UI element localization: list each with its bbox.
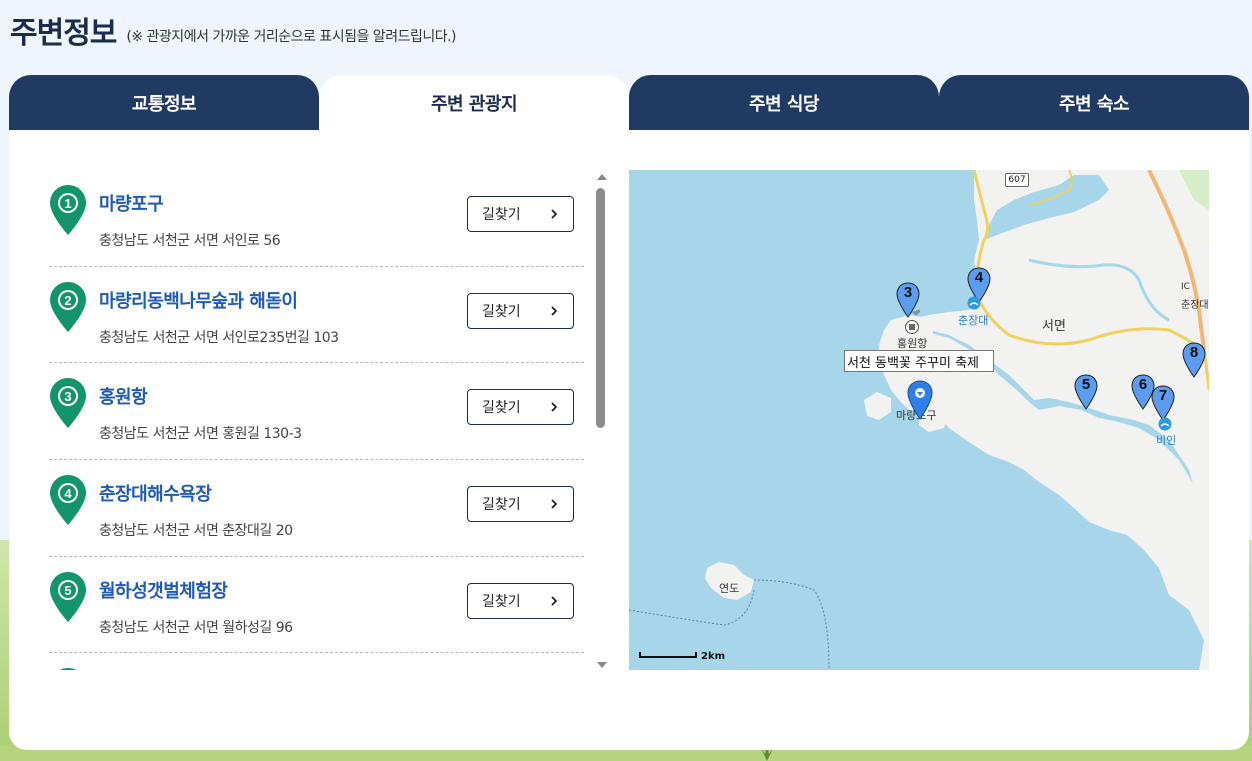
list-item-partial	[49, 653, 584, 670]
map-label-bin: 비인	[1156, 434, 1177, 447]
list-item: 1 마량포구충청남도 서천군 서면 서인로 56 길찾기	[49, 170, 584, 267]
map-scale-text: 2km	[701, 651, 726, 662]
beach-icon	[1158, 417, 1172, 431]
location-pin-icon: 3	[50, 378, 86, 429]
pin-number: 5	[64, 583, 71, 598]
map-marker-5[interactable]: 5	[1074, 374, 1098, 410]
directions-label: 길찾기	[482, 303, 521, 320]
directions-button[interactable]: 길찾기	[467, 389, 574, 426]
list-item: 2 마량리동백나무숲과 해돋이충청남도 서천군 서면 서인로235번길 103 길찾…	[49, 267, 584, 364]
list-item: 3 홍원항충청남도 서천군 서면 홍원길 130-3 길찾기	[49, 363, 584, 461]
item-title[interactable]: 마량리동백나무숲과 해돋이	[99, 287, 298, 313]
item-title[interactable]: 홍원항	[99, 383, 148, 409]
chevron-right-icon	[551, 306, 558, 316]
item-address: 충청남도 서천군 서면 홍원길 130-3	[99, 426, 302, 443]
map-label-seomyeon: 서면	[1042, 319, 1066, 334]
scroll-down-arrow-icon[interactable]	[597, 662, 607, 668]
directions-label: 길찾기	[482, 400, 521, 417]
attraction-list[interactable]: 1 마량포구충청남도 서천군 서면 서인로 56 길찾기 2 마량리동백나무숲과 해돋이…	[49, 170, 584, 670]
tab-nearby-attractions[interactable]: 주변 관광지	[319, 75, 629, 130]
location-pin-icon: 5	[50, 571, 86, 622]
directions-button[interactable]: 길찾기	[467, 292, 574, 329]
directions-button[interactable]: 길찾기	[467, 582, 574, 619]
item-title[interactable]: 월하성갯벌체험장	[99, 577, 228, 603]
map-view[interactable]: 607 춘장대 홍원항 서면 마량포구 비인 연도 IC 춘장대 서천 동백꽃 …	[629, 170, 1209, 670]
map-label-hongwonhang: 홍원항	[897, 337, 928, 350]
map-label-chunjangdae-ic: 춘장대	[1181, 300, 1209, 311]
page-note: (※ 관광지에서 가까운 거리순으로 표시됨을 알려드립니다.)	[126, 29, 457, 45]
map-marker-8[interactable]: 8	[1182, 342, 1206, 378]
map-event-tooltip: 서천 동백꽃 주꾸미 축제	[844, 350, 994, 372]
pin-number: 2	[64, 293, 71, 308]
map-marker-3[interactable]: 3	[896, 282, 920, 318]
chevron-right-icon	[551, 499, 558, 509]
item-address: 충청남도 서천군 서면 서인로 56	[99, 233, 281, 249]
pin-number: 4	[64, 486, 72, 501]
scroll-thumb[interactable]	[596, 188, 605, 428]
location-pin-icon	[60, 668, 76, 670]
item-title[interactable]: 마량포구	[99, 190, 164, 216]
item-title[interactable]: 춘장대해수욕장	[99, 480, 212, 506]
harbor-icon	[905, 320, 919, 334]
content-panel: 1 마량포구충청남도 서천군 서면 서인로 56 길찾기 2 마량리동백나무숲과 해돋이…	[9, 130, 1249, 750]
map-marker-number: 8	[1189, 344, 1199, 361]
chevron-right-icon	[551, 596, 558, 606]
list-item: 5 월하성갯벌체험장충청남도 서천군 서면 월하성길 96 길찾기	[49, 557, 584, 654]
map-marker-number: 7	[1158, 387, 1168, 404]
item-address: 충청남도 서천군 서면 춘장대길 20	[99, 523, 293, 540]
pin-number: 1	[64, 196, 71, 211]
list-item: 4 춘장대해수욕장충청남도 서천군 서면 춘장대길 20 길찾기	[49, 460, 584, 557]
map-marker-number: 3	[903, 284, 913, 301]
directions-button[interactable]: 길찾기	[467, 486, 574, 523]
beach-icon	[967, 296, 981, 310]
location-pin-icon: 4	[50, 475, 86, 526]
map-marker-number: 4	[974, 269, 984, 286]
tab-nearby-lodging[interactable]: 주변 숙소	[939, 75, 1249, 130]
chevron-right-icon	[551, 402, 558, 413]
map-label-chunjangdae: 춘장대	[958, 314, 989, 327]
list-scrollbar[interactable]	[595, 170, 607, 670]
chevron-right-icon	[551, 209, 558, 219]
map-marker-number: 5	[1081, 376, 1091, 393]
item-address: 충청남도 서천군 서면 월하성길 96	[99, 619, 293, 636]
map-scale: 2km	[639, 651, 725, 662]
directions-label: 길찾기	[482, 207, 521, 223]
map-marker-7[interactable]: 7	[1151, 385, 1175, 421]
road-number-badge: 607	[1005, 173, 1029, 187]
map-label-ic: IC	[1181, 282, 1190, 292]
scroll-up-arrow-icon[interactable]	[597, 174, 607, 180]
tab-nearby-restaurants[interactable]: 주변 식당	[629, 75, 939, 130]
directions-button[interactable]: 길찾기	[467, 196, 574, 232]
current-location-pin-icon[interactable]	[907, 380, 933, 420]
page-title: 주변정보	[10, 16, 117, 51]
item-address: 충청남도 서천군 서면 서인로235번길 103	[99, 329, 339, 346]
location-pin-icon: 1	[50, 185, 86, 235]
tab-transport[interactable]: 교통정보	[9, 75, 319, 130]
location-pin-icon: 2	[50, 281, 86, 332]
section-header: 주변정보 (※ 관광지에서 가까운 거리순으로 표시됨을 알려드립니다.)	[10, 8, 457, 52]
tab-bar: 교통정보 주변 관광지 주변 식당 주변 숙소	[9, 75, 1249, 130]
map-label-yeondo: 연도	[719, 582, 740, 595]
directions-label: 길찾기	[482, 497, 521, 514]
pin-number: 3	[64, 389, 71, 404]
directions-label: 길찾기	[482, 593, 521, 610]
